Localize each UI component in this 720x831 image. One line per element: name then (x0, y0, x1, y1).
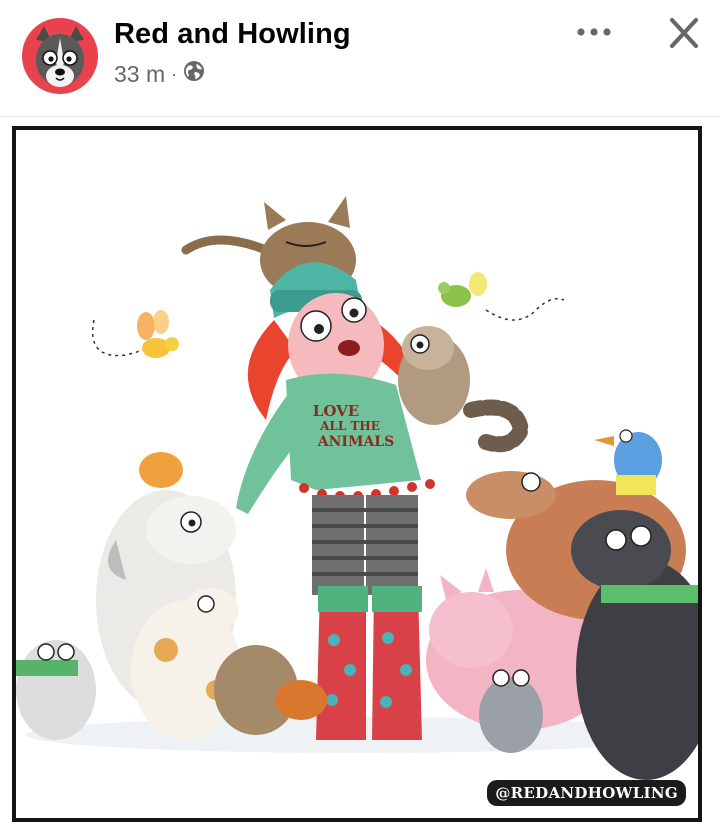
header-divider (0, 116, 720, 117)
author-avatar[interactable] (22, 18, 98, 94)
cat-left (16, 640, 96, 740)
illustration: LOVE ALL THE ANIMALS (16, 196, 698, 780)
more-dots-icon[interactable] (572, 14, 618, 50)
shirt-line-1: LOVE (313, 402, 359, 420)
bee-left (137, 310, 179, 358)
watermark: @REDANDHOWLING (487, 780, 686, 806)
raccoon (398, 326, 530, 453)
shirt-line-2: ALL THE (319, 419, 380, 433)
author-name[interactable]: Red and Howling (114, 18, 351, 51)
post-meta: 33 m · (114, 60, 205, 88)
meta-separator: · (171, 63, 178, 84)
globe-icon (183, 60, 205, 88)
post-time[interactable]: 33 m (114, 61, 165, 88)
post-image[interactable]: LOVE ALL THE ANIMALS @REDANDHOWLING (12, 126, 702, 822)
bug-right (438, 272, 487, 307)
shirt-line-3: ANIMALS (317, 434, 395, 450)
close-icon[interactable] (660, 12, 708, 56)
post-header: Red and Howling 33 m · (0, 0, 720, 116)
